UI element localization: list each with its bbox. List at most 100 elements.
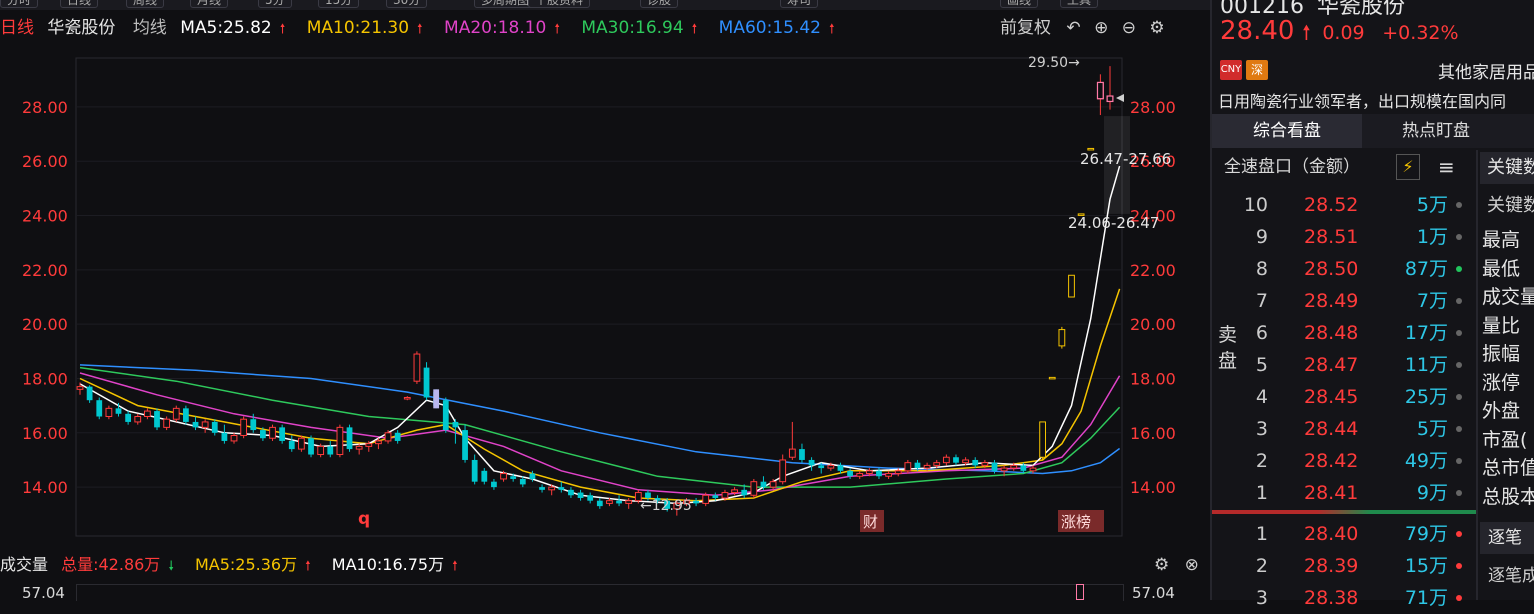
period-tab[interactable]: 5分 — [258, 0, 292, 8]
gear-icon[interactable]: ⚙ — [1149, 18, 1164, 38]
y-tick-label-left: 28.00 — [22, 98, 68, 117]
menu-icon[interactable]: ≡ — [1438, 152, 1455, 182]
volume-ma10: MA10:16.75万 🠕 — [332, 555, 466, 574]
period-tab[interactable]: 个股资料 — [528, 0, 591, 8]
price: 28.39 — [1304, 555, 1359, 577]
y-tick-label-right: 28.00 — [1130, 98, 1176, 117]
candle-body — [702, 494, 710, 504]
bid-row[interactable]: 2 28.39 15万 — [1242, 550, 1482, 582]
candle-body — [240, 418, 248, 437]
candle-body — [933, 462, 941, 466]
lightning-icon[interactable]: ⚡ — [1396, 154, 1420, 180]
period-tab[interactable]: 15分 — [318, 0, 360, 8]
ask-row[interactable]: 2 28.42 49万 — [1242, 445, 1482, 477]
orderbook-title: 全速盘口（金额） — [1224, 157, 1360, 177]
candle-body — [942, 456, 950, 464]
period-tab[interactable]: 30分 — [386, 0, 428, 8]
tab-overview[interactable]: 综合看盘 — [1212, 114, 1362, 148]
key-data-item: 最低 — [1482, 257, 1521, 280]
period-label[interactable]: 日线 — [0, 18, 34, 38]
period-tab[interactable]: 月线 — [190, 0, 229, 8]
y-tick-label-left: 14.00 — [22, 478, 68, 497]
up-arrow-icon: 🠕 — [279, 22, 286, 37]
period-tab[interactable]: 寿司 — [780, 0, 819, 8]
kline-chart[interactable]: 28.00 26.00 24.00 22.00 20.00 18.00 16.00 14.00… — [0, 44, 1210, 552]
period-tab[interactable]: 周线 — [126, 0, 165, 8]
level: 1 — [1255, 482, 1268, 504]
candle-body — [616, 500, 622, 504]
candle-body — [1000, 467, 1008, 472]
y-tick-label-right: 16.00 — [1130, 424, 1176, 443]
bid-row[interactable]: 3 28.38 71万 — [1242, 582, 1482, 614]
period-tab[interactable]: 诊股 — [640, 0, 679, 8]
undo-icon[interactable]: ↶ — [1066, 18, 1080, 38]
level: 2 — [1255, 555, 1268, 577]
ask-row[interactable]: 3 28.44 5万 — [1242, 413, 1482, 445]
volume: 17万 — [1404, 322, 1448, 344]
period-tab[interactable]: 分时 — [0, 0, 39, 8]
candle-body — [769, 481, 777, 488]
volume: 87万 — [1404, 258, 1448, 280]
volume-y-label-right: 57.04 — [1132, 584, 1175, 602]
range-label-lower: 24.06-26.47 — [1068, 214, 1159, 232]
candle-body — [154, 411, 160, 428]
ma10-value: MA10:21.30 🠕 — [307, 18, 431, 38]
finance-marker[interactable]: 财 — [863, 513, 878, 531]
y-tick-label-left: 18.00 — [22, 369, 68, 388]
avg-label[interactable]: 均线 — [133, 18, 167, 38]
candle-body — [125, 413, 132, 422]
ask-row[interactable]: 10 28.52 5万 — [1242, 189, 1482, 221]
level: 7 — [1255, 290, 1268, 312]
period-tab-strip: 分时 日线 周线 月线 5分 15分 30分 多周期图 个股资料 诊股 寿司 画线 工具 — [0, 0, 1210, 10]
close-icon[interactable]: ⊗ — [1185, 555, 1199, 575]
key-data-item: 涨停 — [1482, 371, 1521, 394]
ma30-text: MA30:16.94 — [581, 18, 684, 38]
ask-row[interactable]: 8 28.50 87万 — [1242, 253, 1482, 285]
ask-row[interactable]: 5 28.47 11万 — [1242, 349, 1482, 381]
candle-body — [904, 462, 912, 472]
period-tab[interactable]: 日线 — [60, 0, 99, 8]
volume: 71万 — [1404, 587, 1448, 609]
restore-rights-button[interactable]: 前复权 — [1000, 18, 1051, 38]
ask-row[interactable]: 9 28.51 1万 — [1242, 221, 1482, 253]
period-tab[interactable]: 工具 — [1060, 0, 1099, 8]
candle-body — [134, 416, 142, 423]
ma60-text: MA60:15.42 — [718, 18, 821, 38]
price-up-arrow-icon: 🠕 — [1302, 20, 1311, 44]
ask-row[interactable]: 6 28.48 17万 — [1242, 317, 1482, 349]
volume-total: 总量:42.86万 🠗 — [61, 555, 182, 574]
period-tab[interactable]: 多周期图 — [474, 0, 537, 8]
candle-body — [731, 489, 738, 494]
price: 28.45 — [1304, 386, 1359, 408]
level: 9 — [1255, 226, 1268, 248]
tab-hotspot[interactable]: 热点盯盘 — [1364, 114, 1508, 148]
bid-row[interactable]: 1 28.40 79万 — [1242, 518, 1482, 550]
stock-name: 华瓷股份 — [47, 18, 116, 38]
period-tab[interactable]: 画线 — [1000, 0, 1039, 8]
candle-body — [991, 462, 998, 471]
rank-marker[interactable]: 涨榜 — [1061, 513, 1091, 531]
ask-row[interactable]: 1 28.41 9万 — [1242, 477, 1482, 509]
tab-ticks[interactable]: 逐笔 — [1488, 524, 1522, 552]
candle-body — [981, 462, 989, 466]
volume: 5万 — [1416, 194, 1448, 216]
key-data-header[interactable]: 关键数 — [1487, 154, 1534, 182]
y-tick-label-right: 22.00 — [1130, 261, 1176, 280]
event-marker-q[interactable]: q — [358, 509, 370, 529]
volume-total-text: 总量:42.86万 — [61, 555, 161, 574]
ask-row[interactable]: 4 28.45 25万 — [1242, 381, 1482, 413]
industry-label[interactable]: 其他家居用品 — [1438, 58, 1534, 83]
price-line: 28.40 🠕 0.09 +0.32% — [1220, 16, 1459, 52]
up-arrow-icon: 🠕 — [417, 22, 423, 37]
candle-body — [799, 449, 805, 460]
ma20-value: MA20:18.10 🠕 — [444, 18, 568, 38]
candle-body — [1058, 329, 1066, 347]
ask-row[interactable]: 7 28.49 7万 — [1242, 285, 1482, 317]
zoom-out-icon[interactable]: ⊖ — [1122, 18, 1136, 38]
volume-chart[interactable]: 57.04 57.04 — [0, 580, 1210, 602]
candle-body — [1048, 376, 1056, 380]
candle-body — [221, 432, 228, 441]
candle-body — [568, 489, 574, 496]
zoom-in-icon[interactable]: ⊕ — [1094, 18, 1108, 38]
gear-icon[interactable]: ⚙ — [1154, 555, 1169, 575]
